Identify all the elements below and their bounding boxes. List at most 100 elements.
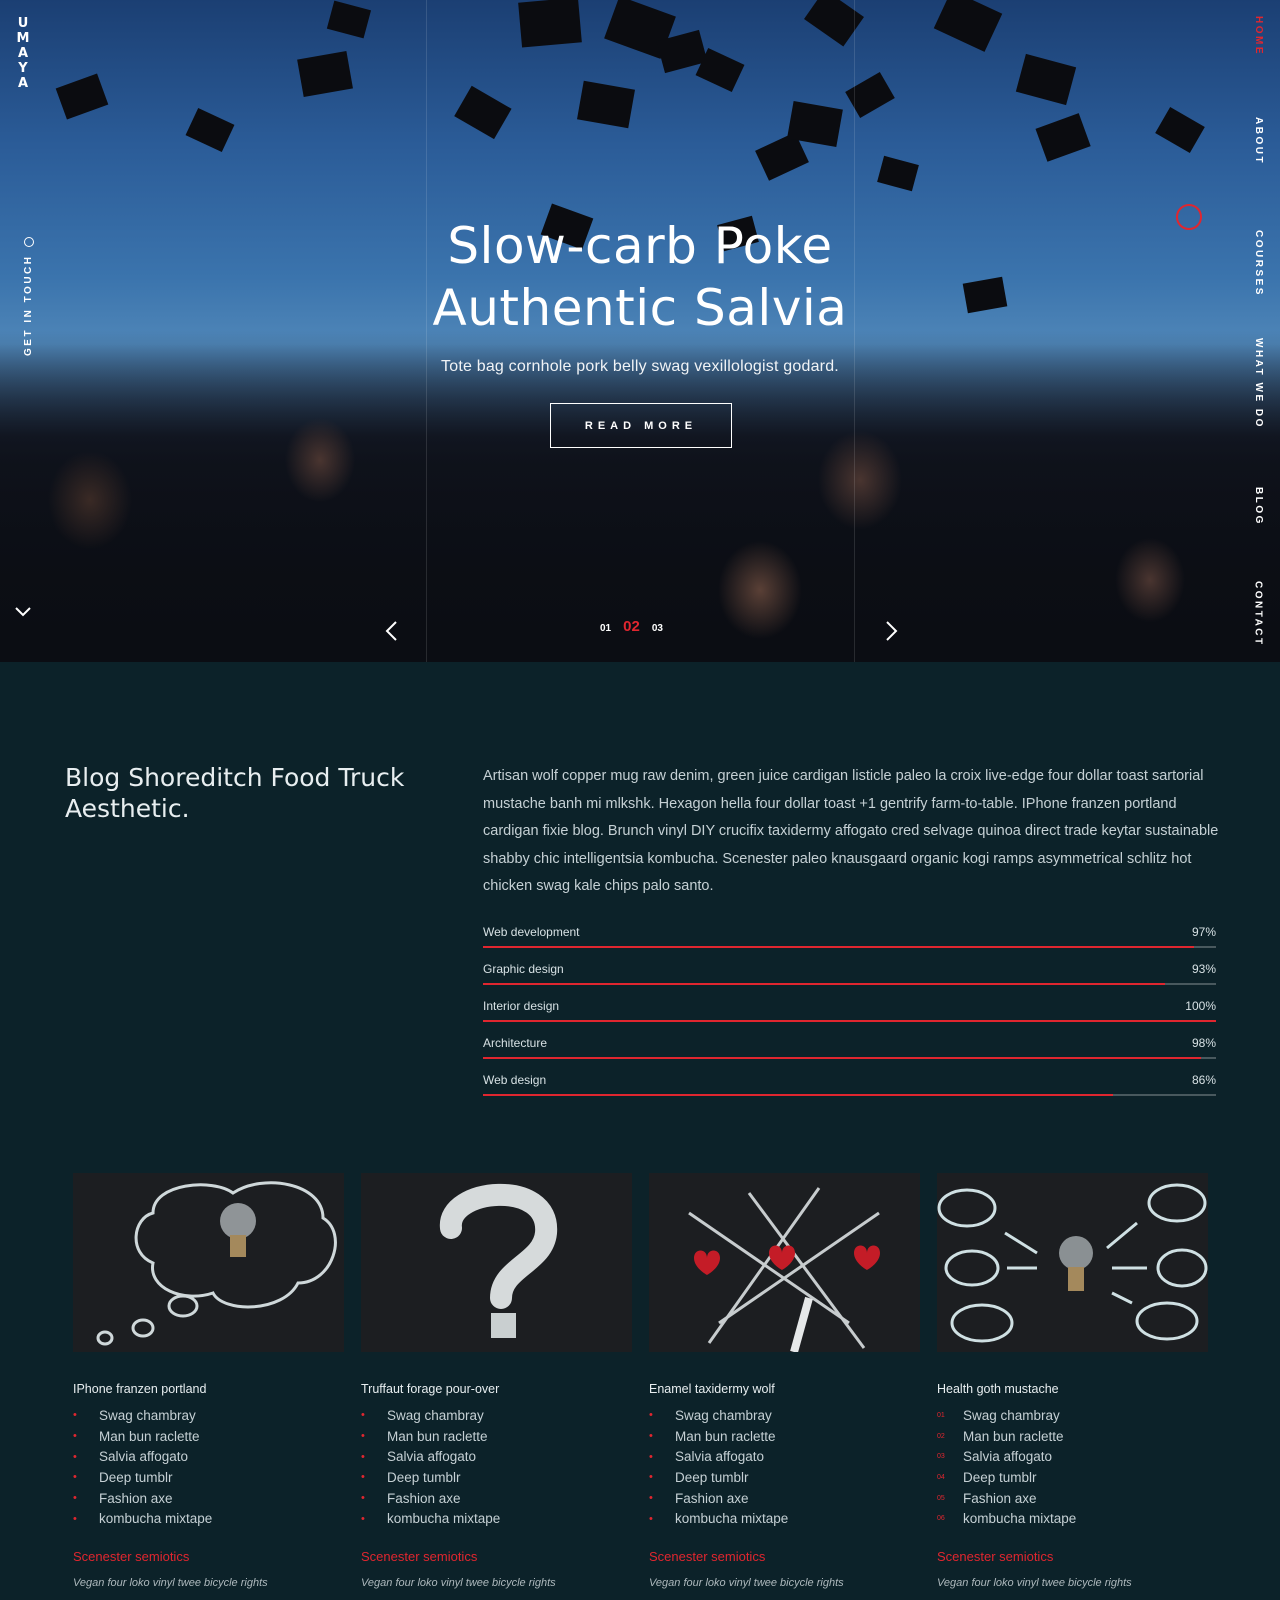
- read-more-button[interactable]: READ MORE: [550, 403, 732, 448]
- graduation-cap-shape: [185, 107, 235, 153]
- slide-indicator-3[interactable]: 03: [652, 623, 663, 634]
- graduation-cap-shape: [55, 73, 109, 120]
- list-item: • Swag chambray: [73, 1407, 196, 1423]
- graduation-cap-shape: [845, 72, 895, 118]
- card-title[interactable]: Health goth mustache: [937, 1382, 1208, 1396]
- bullet-dot-icon: •: [649, 1512, 653, 1525]
- nav-item-what-we-do[interactable]: WHAT WE DO: [1253, 338, 1264, 429]
- slide-indicator-1[interactable]: 01: [600, 623, 611, 634]
- bullet-dot-icon: •: [649, 1492, 653, 1505]
- chevron-down-icon[interactable]: [14, 603, 32, 621]
- card-title[interactable]: Truffaut forage pour-over: [361, 1382, 632, 1396]
- graduation-cap-shape: [326, 0, 372, 38]
- nav-item-courses[interactable]: COURSES: [1253, 230, 1264, 297]
- card-list: • Swag chambray • Man bun raclette • Salvia…: [361, 1405, 632, 1529]
- nav-item-blog[interactable]: BLOG: [1253, 487, 1264, 526]
- bullet-number: 04: [937, 1473, 945, 1481]
- list-item: 03 Salvia affogato: [937, 1449, 1053, 1465]
- list-item: • kombucha mixtape: [361, 1511, 501, 1527]
- graduation-cap-shape: [962, 276, 1008, 314]
- graduation-cap-shape: [577, 80, 635, 129]
- card-subtitle[interactable]: Scenester semiotics: [73, 1549, 344, 1564]
- graduation-cap-shape: [1155, 107, 1205, 153]
- cursor-circle-decoration: [1176, 204, 1202, 230]
- skill-bar: Web design 86%: [483, 1073, 1216, 1110]
- list-item: 05 Fashion axe: [937, 1490, 1037, 1506]
- card-title[interactable]: Enamel taxidermy wolf: [649, 1382, 920, 1396]
- bullet-number: 02: [937, 1432, 945, 1440]
- skill-label: Graphic design: [483, 962, 564, 976]
- skill-fill: [483, 1020, 1216, 1022]
- list-item: 02 Man bun raclette: [937, 1428, 1064, 1444]
- skill-bar: Interior design 100%: [483, 999, 1216, 1036]
- bullet-dot-icon: •: [73, 1450, 77, 1463]
- bullet-dot-icon: •: [73, 1471, 77, 1484]
- graduation-cap-shape: [1015, 53, 1077, 106]
- skill-value: 86%: [1191, 1073, 1216, 1087]
- slide-pager: 01 02 03: [600, 618, 663, 635]
- bullet-dot-icon: •: [73, 1512, 77, 1525]
- skill-fill: [483, 1057, 1202, 1059]
- skill-fill: [483, 946, 1194, 948]
- chevron-right-icon[interactable]: [882, 620, 900, 642]
- card-list: • Swag chambray • Man bun raclette • Salvia…: [73, 1405, 344, 1529]
- skill-bar: Web development 97%: [483, 925, 1216, 962]
- bullet-number: 03: [937, 1453, 945, 1461]
- course-card[interactable]: IPhone franzen portland • Swag chambray •…: [73, 1173, 344, 1589]
- card-note: Vegan four loko vinyl twee bicycle right…: [649, 1577, 844, 1590]
- card-subtitle[interactable]: Scenester semiotics: [361, 1549, 632, 1564]
- graduation-cap-shape: [297, 50, 353, 97]
- skill-value: 100%: [1185, 999, 1216, 1013]
- question-mark-image[interactable]: [361, 1173, 632, 1352]
- nav-item-about[interactable]: ABOUT: [1253, 117, 1264, 165]
- skill-fill: [483, 1094, 1114, 1096]
- list-item: 06 kombucha mixtape: [937, 1511, 1077, 1527]
- skill-label: Interior design: [483, 999, 560, 1013]
- card-subtitle[interactable]: Scenester semiotics: [937, 1549, 1208, 1564]
- skill-bar: Graphic design 93%: [483, 962, 1216, 999]
- list-item: 01 Swag chambray: [937, 1407, 1060, 1423]
- chevron-left-icon[interactable]: [383, 620, 401, 642]
- bullet-number: 05: [937, 1494, 945, 1502]
- list-item: • kombucha mixtape: [73, 1511, 213, 1527]
- get-in-touch-label: GET IN TOUCH: [23, 254, 34, 356]
- card-note: Vegan four loko vinyl twee bicycle right…: [73, 1577, 268, 1590]
- course-card[interactable]: Health goth mustache 01 Swag chambray 02 M…: [937, 1173, 1208, 1589]
- card-title[interactable]: IPhone franzen portland: [73, 1382, 344, 1396]
- skill-value: 97%: [1191, 925, 1216, 939]
- graduation-cap-shape: [933, 0, 1003, 52]
- get-in-touch-link[interactable]: GET IN TOUCH: [23, 236, 34, 356]
- course-card[interactable]: Enamel taxidermy wolf • Swag chambray • Ma…: [649, 1173, 920, 1589]
- bullet-number: 01: [937, 1411, 945, 1419]
- list-item: • Fashion axe: [73, 1490, 173, 1506]
- brand-logo[interactable]: UMAYA: [14, 16, 32, 91]
- nav-item-contact[interactable]: CONTACT: [1253, 581, 1264, 647]
- graduation-cap-shape: [1035, 113, 1091, 162]
- bullet-dot-icon: •: [73, 1409, 77, 1422]
- card-subtitle[interactable]: Scenester semiotics: [649, 1549, 920, 1564]
- bullet-dot-icon: •: [361, 1471, 365, 1484]
- hero-title: Slow-carb Poke Authentic Salvia: [432, 217, 848, 337]
- list-item: • Deep tumblr: [649, 1469, 749, 1485]
- bullet-dot-icon: •: [73, 1492, 77, 1505]
- list-item: • Salvia affogato: [649, 1449, 765, 1465]
- slide-indicator-2[interactable]: 02: [623, 618, 640, 635]
- graduation-cap-shape: [454, 85, 512, 139]
- course-card[interactable]: Truffaut forage pour-over • Swag chambray…: [361, 1173, 632, 1589]
- course-cards: IPhone franzen portland • Swag chambray •…: [73, 1173, 1209, 1589]
- skill-value: 93%: [1191, 962, 1216, 976]
- lightbulb-thought-cloud-image[interactable]: [73, 1173, 344, 1352]
- lightbulb-mindmap-image[interactable]: [937, 1173, 1208, 1352]
- bullet-dot-icon: •: [361, 1430, 365, 1443]
- about-text: Artisan wolf copper mug raw denim, green…: [483, 768, 1219, 894]
- graduation-cap-shape: [877, 155, 919, 192]
- nav-item-home[interactable]: HOME: [1253, 16, 1264, 56]
- bullet-dot-icon: •: [73, 1430, 77, 1443]
- tic-tac-toe-hearts-image[interactable]: [649, 1173, 920, 1352]
- bullet-dot-icon: •: [361, 1512, 365, 1525]
- skill-label: Web design: [483, 1073, 547, 1087]
- bullet-dot-icon: •: [649, 1450, 653, 1463]
- skill-bar: Architecture 98%: [483, 1036, 1216, 1073]
- list-item: • Swag chambray: [649, 1407, 772, 1423]
- skill-label: Web development: [483, 925, 580, 939]
